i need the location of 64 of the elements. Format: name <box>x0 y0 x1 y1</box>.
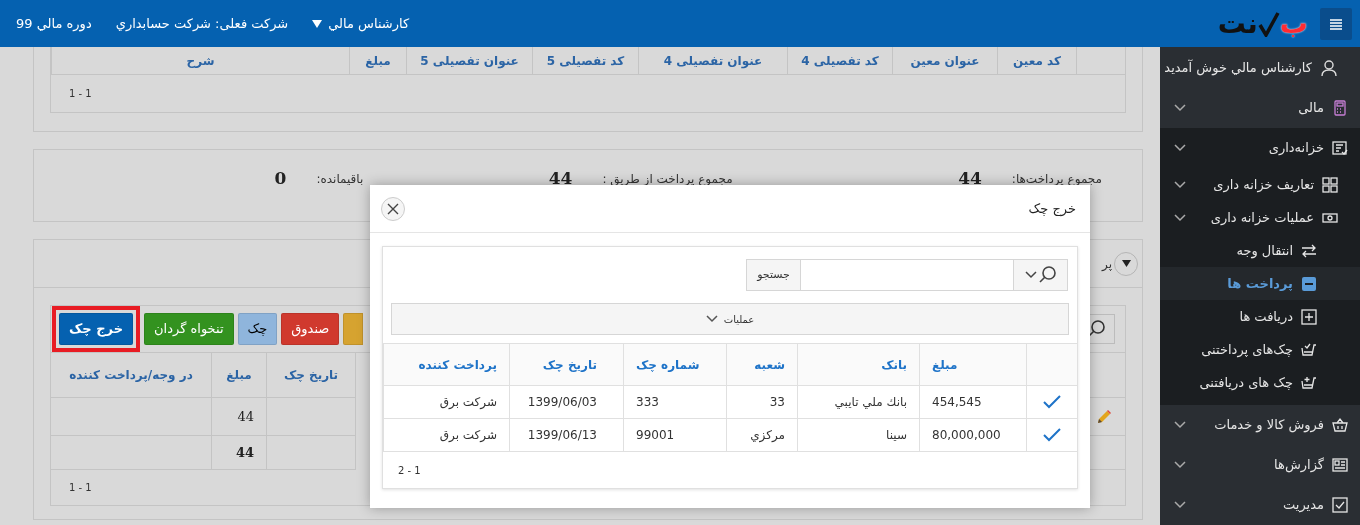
column-header: شعبه <box>726 344 797 385</box>
sidebar-item[interactable]: عملیات خزانه داری <box>1160 201 1360 234</box>
column-header: کد معین <box>997 47 1076 75</box>
actions-menu[interactable]: عملیات <box>391 303 1069 335</box>
user-menu[interactable]: کارشناس مالي <box>312 13 410 34</box>
toolbar-button[interactable]: صندوق <box>281 313 340 345</box>
summary-label: باقیمانده: <box>316 170 364 188</box>
column-header: کد تفصیلی 5 <box>532 47 638 75</box>
panel-title: پر <box>1102 255 1112 273</box>
summary-value: 0 <box>274 167 287 190</box>
welcome-text: کارشناس مالي خوش آمديد <box>1164 58 1312 78</box>
table-cell: 80,000,000 <box>919 419 1026 451</box>
pagination-label: 1 - 1 <box>69 87 92 101</box>
sidebar-item[interactable]: چک های دریافتنی <box>1160 366 1360 399</box>
table-cell: بانك ملي تايبي <box>797 386 919 418</box>
sidebar-item[interactable]: مدیریت <box>1160 485 1360 525</box>
table-cell: 1399/06/03 <box>509 386 623 418</box>
sidebar-item[interactable]: چک‌های پرداختنی <box>1160 333 1360 366</box>
pagination-label: 1 - 1 <box>69 481 92 495</box>
column-header: بانک <box>797 344 919 385</box>
table-cell: شرکت برق <box>383 419 509 451</box>
logo-text: نت <box>1217 9 1258 38</box>
column-header: کد تفصیلی 4 <box>787 47 892 75</box>
table-cell: 333 <box>623 386 726 418</box>
table-cell: 454,545 <box>919 386 1026 418</box>
sidebar-item[interactable]: گزارش‌ها <box>1160 445 1360 485</box>
sidebar-item[interactable]: خزانه‌داری <box>1160 128 1360 168</box>
column-header: مبلغ <box>212 353 266 398</box>
search-button[interactable]: جستجو <box>746 259 801 291</box>
sidebar-item[interactable]: انتقال وجه <box>1160 234 1360 267</box>
fiscal-year-label: دوره مالي 99 <box>16 14 92 34</box>
table-cell: 1399/06/13 <box>509 419 623 451</box>
column-header: عنوان تفصیلی 5 <box>406 47 532 75</box>
toolbar-button[interactable]: خرج چک <box>59 313 134 345</box>
company-label: شرکت فعلی: شرکت حسابداري <box>115 14 289 33</box>
sidebar-item[interactable]: دریافت ها <box>1160 300 1360 333</box>
column-header: تاریخ چک <box>267 353 355 398</box>
table-cell: 33 <box>726 386 797 418</box>
logo-text: ب <box>1279 9 1308 38</box>
summary-value: 44 <box>958 167 982 190</box>
column-header: شماره چک <box>623 344 726 385</box>
toolbar-button[interactable]: چک <box>237 313 278 345</box>
column-header: عنوان تفصیلی 4 <box>638 47 787 75</box>
column-header: پرداخت کننده <box>383 344 509 385</box>
table-cell: مرکزي <box>726 419 797 451</box>
table-cell: شرکت برق <box>383 386 509 418</box>
column-header: مبلغ <box>349 47 406 75</box>
sidebar-item[interactable]: فروش کالا و خدمات <box>1160 405 1360 445</box>
toolbar-button[interactable]: تنخواه گردان <box>144 313 234 345</box>
table-cell: 99001 <box>623 419 726 451</box>
dialog-title: خرج چک <box>1028 199 1076 219</box>
sidebar-item[interactable]: تعاریف خزانه داری <box>1160 168 1360 201</box>
column-header: شرح <box>51 47 349 75</box>
pagination-label: 2 - 1 <box>398 463 421 478</box>
column-header: عنوان معین <box>892 47 997 75</box>
column-header: تاریخ چک <box>509 344 623 385</box>
column-header: در وجه/پرداخت کننده <box>51 353 211 398</box>
sidebar-item[interactable]: مالی <box>1160 88 1360 128</box>
summary-value: 44 <box>548 167 573 190</box>
sidebar-item[interactable]: پرداخت ها <box>1160 267 1360 300</box>
table-cell: سينا <box>797 419 919 451</box>
table-cell: 44 <box>212 436 266 470</box>
table-cell: 44 <box>212 398 266 436</box>
column-header: مبلغ <box>919 344 1026 385</box>
